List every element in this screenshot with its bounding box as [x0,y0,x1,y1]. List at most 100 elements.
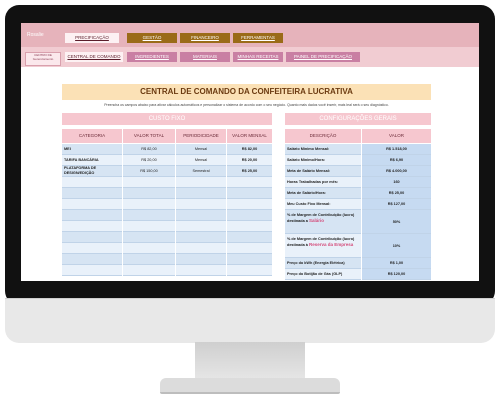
setting-label: Meta de Salário/Hora: [285,188,361,199]
fixed-cost-cell[interactable] [123,177,175,188]
fixed-cost-cell[interactable] [176,188,226,199]
fixed-cost-cell[interactable]: R$ 20,00 [123,155,175,166]
col-header-description: DESCRIÇÃO [285,129,361,143]
fixed-cost-cell[interactable]: R$ 150,00 [123,166,175,177]
fixed-cost-cell[interactable] [62,254,122,265]
fixed-cost-cell[interactable] [123,254,175,265]
fixed-cost-cell[interactable]: TARIFA BANCÁRIA [62,155,122,166]
sub-nav-bar: CENTRO DE Gerenciamento CENTRAL DE COMAN… [21,47,479,67]
col-header-period: PERIODICIDADE [176,129,226,143]
fixed-cost-cell[interactable]: PLATAFORMA DE DESIGN/EDIÇÃO [62,166,122,177]
setting-value[interactable]: 10% [362,234,431,258]
fixed-cost-cell[interactable] [176,232,226,243]
fixed-cost-cell[interactable] [123,221,175,232]
setting-label: % de Margem de Contribuição (lucro) dest… [285,234,361,258]
tab-central-de-comando[interactable]: CENTRAL DE COMANDO [65,52,123,62]
setting-label: % de Margem de Contribuição (lucro) dest… [285,210,361,234]
fixed-cost-cell[interactable] [123,199,175,210]
setting-label: Horas Trabalhadas por mês: [285,177,361,188]
setting-label: Salário Mínimo Mensal: [285,144,361,155]
brand-name: Rosalie [27,32,44,38]
col-header-value: VALOR [362,129,431,143]
fixed-cost-cell[interactable] [123,188,175,199]
fixed-cost-cell[interactable] [62,177,122,188]
top-nav-bar: Rosalie PRECIFICAÇÃO GESTÃO FINANCEIRO F… [21,23,479,47]
col-header-total: VALOR TOTAL [123,129,175,143]
setting-label-text: Preço do kWh (Energia Elétrica) [287,261,345,265]
fixed-cost-cell[interactable]: R$ 82,00 [227,144,272,155]
setting-label-text: Meta de Salário Mensal: [287,169,331,173]
fixed-cost-cell[interactable]: R$ 25,00 [227,166,272,177]
fixed-cost-cell[interactable] [176,221,226,232]
setting-label-text: Salário Mínimo Mensal: [287,147,330,151]
monitor-chin [5,298,495,343]
fixed-cost-cell[interactable]: MEI [62,144,122,155]
setting-value[interactable]: R$ 127,00 [362,199,431,210]
tab-financeiro[interactable]: FINANCEIRO [180,33,230,43]
fixed-cost-cell[interactable] [227,243,272,254]
fixed-cost-cell[interactable]: Semestral [176,166,226,177]
fixed-cost-cell[interactable]: R$ 20,00 [227,155,272,166]
tab-minhas-receitas[interactable]: MINHAS RECEITAS [233,52,283,62]
setting-value[interactable]: R$ 6,90 [362,155,431,166]
spreadsheet-screen: Rosalie PRECIFICAÇÃO GESTÃO FINANCEIRO F… [21,23,479,281]
fixed-cost-cell[interactable]: Mensal [176,155,226,166]
page-subtitle: Preencha os campos abaixo para ativar cá… [104,103,389,107]
setting-label: Preço do kWh (Energia Elétrica) [285,258,361,269]
setting-value[interactable]: R$ 120,00 [362,269,431,280]
setting-value[interactable]: 50% [362,210,431,234]
fixed-cost-cell[interactable] [123,232,175,243]
setting-label: Preço do Botijão de Gás (GLP) [285,269,361,280]
tab-painel-de-precificacao[interactable]: PAINEL DE PRECIFICAÇÃO [286,52,360,62]
tab-gestao[interactable]: GESTÃO [127,33,177,43]
fixed-cost-cell[interactable] [62,243,122,254]
fixed-cost-cell[interactable] [123,243,175,254]
tab-ferramentas[interactable]: FERRAMENTAS [233,33,283,43]
setting-label-text: Meu Custo Fixo Mensal: [287,202,331,206]
setting-value[interactable]: 160 [362,177,431,188]
fixed-cost-cell[interactable] [227,254,272,265]
tab-precificacao[interactable]: PRECIFICAÇÃO [65,33,119,43]
col-header-category: CATEGORIA [62,129,122,143]
fixed-cost-cell[interactable] [227,210,272,221]
fixed-cost-cell[interactable] [62,210,122,221]
logo: CENTRO DE Gerenciamento [25,52,61,66]
setting-highlight-text: Reserva da Empresa [308,242,354,247]
tab-ingredientes[interactable]: INGREDIENTES [127,52,177,62]
fixed-cost-cell[interactable] [62,232,122,243]
fixed-cost-cell[interactable] [227,199,272,210]
setting-highlight-text: Salário [308,218,324,223]
fixed-cost-cell[interactable] [62,265,122,276]
fixed-cost-cell[interactable]: R$ 82,00 [123,144,175,155]
fixed-cost-cell[interactable] [123,210,175,221]
setting-label-text: Preço do Botijão de Gás (GLP) [287,272,343,276]
fixed-cost-cell[interactable] [227,232,272,243]
monitor-base [160,378,340,394]
fixed-cost-cell[interactable]: Mensal [176,144,226,155]
page-title: CENTRAL DE COMANDO DA CONFEITEIRA LUCRAT… [62,84,431,100]
fixed-cost-cell[interactable] [227,177,272,188]
setting-value[interactable]: R$ 1.518,00 [362,144,431,155]
fixed-cost-cell[interactable] [62,199,122,210]
fixed-cost-cell[interactable] [176,265,226,276]
fixed-cost-cell[interactable] [176,254,226,265]
setting-label: Meu Custo Fixo Mensal: [285,199,361,210]
fixed-cost-cell[interactable] [176,210,226,221]
fixed-cost-cell[interactable] [227,265,272,276]
fixed-cost-cell[interactable] [227,221,272,232]
tab-materiais[interactable]: MATERIAIS [180,52,230,62]
setting-label: Meta de Salário Mensal: [285,166,361,177]
setting-value[interactable]: R$ 4.000,00 [362,166,431,177]
setting-label: Salário Mínimo/Hora: [285,155,361,166]
setting-value[interactable]: R$ 1,00 [362,258,431,269]
fixed-cost-cell[interactable] [62,188,122,199]
setting-label-text: Meta de Salário/Hora: [287,191,326,195]
fixed-cost-cell[interactable] [62,221,122,232]
fixed-cost-cell[interactable] [123,265,175,276]
fixed-cost-section-title: CUSTO FIXO [62,113,272,125]
fixed-cost-cell[interactable] [176,199,226,210]
fixed-cost-cell[interactable] [176,243,226,254]
fixed-cost-cell[interactable] [227,188,272,199]
setting-value[interactable]: R$ 25,00 [362,188,431,199]
fixed-cost-cell[interactable] [176,177,226,188]
